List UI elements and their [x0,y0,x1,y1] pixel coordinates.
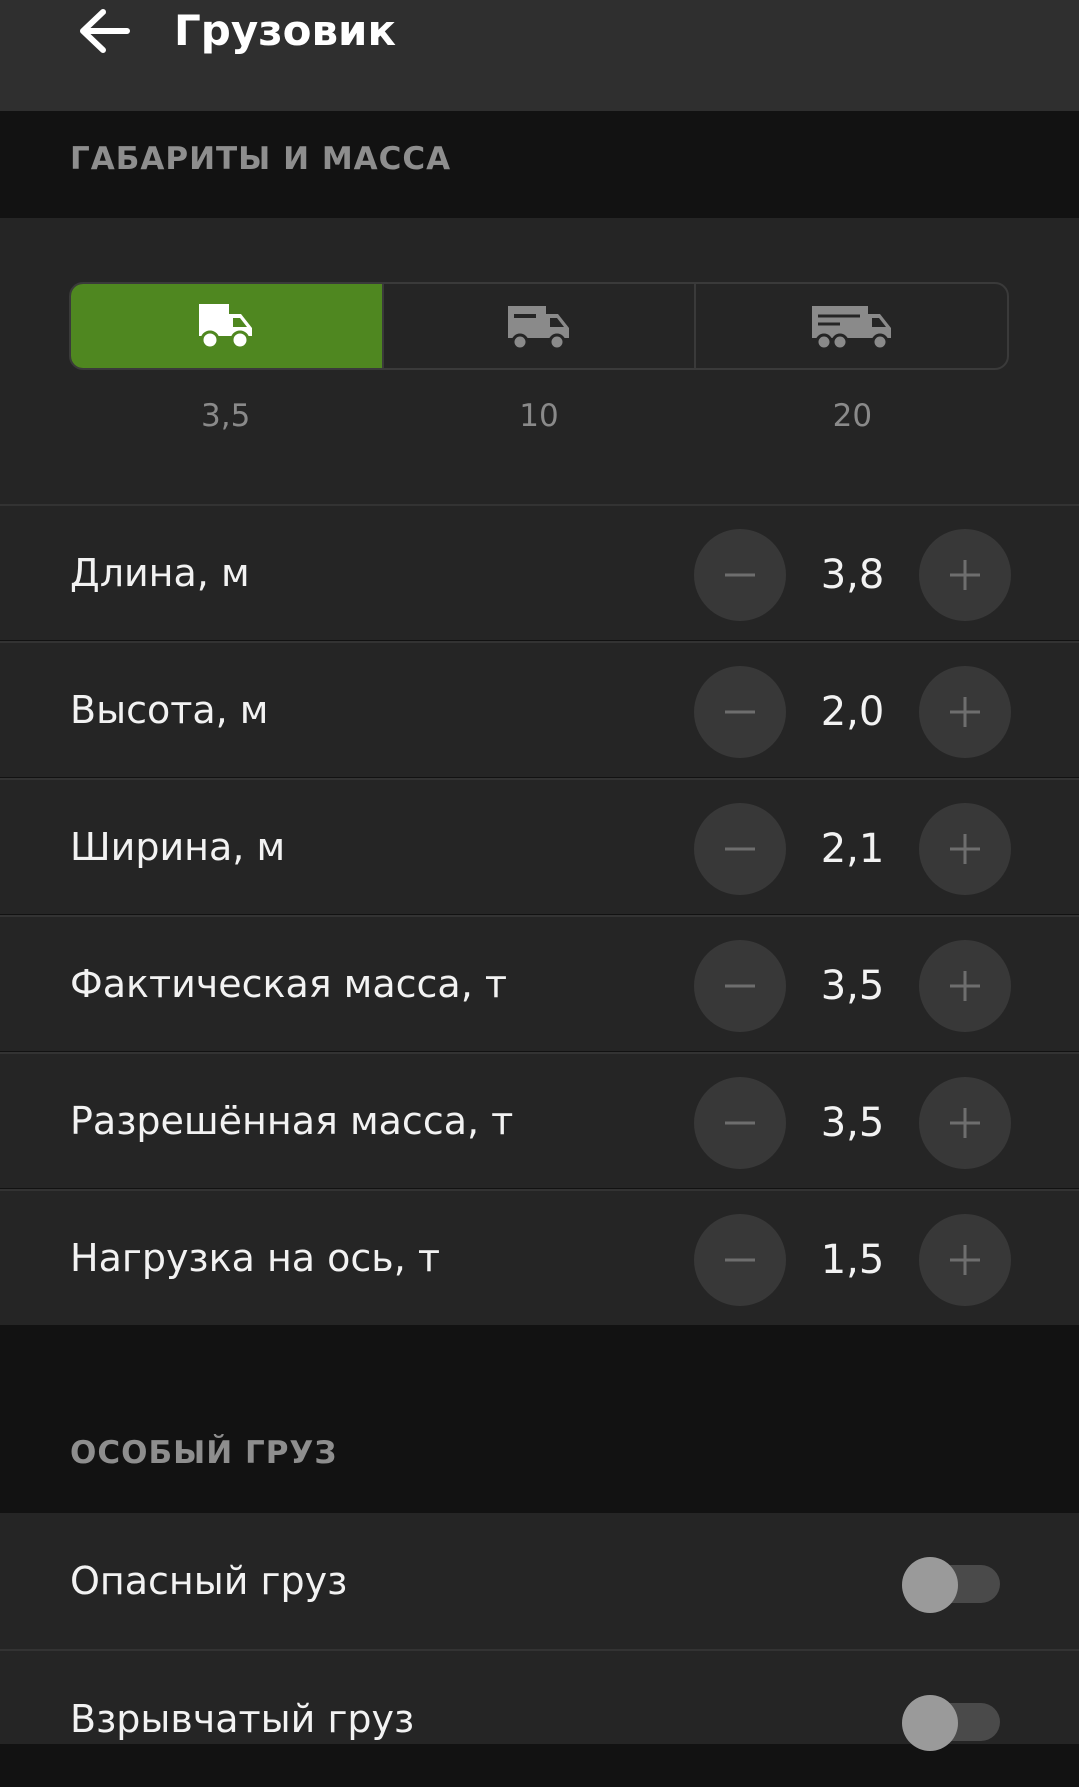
top-app-bar: Грузовик [0,0,1079,111]
decrease-button[interactable] [694,1077,786,1169]
toggle-knob [902,1557,958,1613]
toggle-row-dangerous: Опасный груз [0,1513,1079,1649]
param-row-length: Длина, м 3,8 [0,504,1079,640]
plus-icon [950,834,980,864]
minus-icon [725,847,755,851]
decrease-button[interactable] [694,1214,786,1306]
small-truck-icon [199,304,253,350]
truck-type-label: 20 [832,398,873,434]
param-row-axle-load: Нагрузка на ось, т 1,5 [0,1189,1079,1325]
increase-button[interactable] [919,529,1011,621]
truck-type-10-button[interactable] [381,284,695,368]
increase-button[interactable] [919,1214,1011,1306]
decrease-button[interactable] [694,803,786,895]
toggle-knob [902,1695,958,1751]
decrease-button[interactable] [694,940,786,1032]
truck-type-20-button[interactable] [694,284,1007,368]
toggle-label: Взрывчатый груз [70,1697,415,1741]
increase-button[interactable] [919,666,1011,758]
back-button[interactable] [70,0,140,62]
plus-icon [950,1108,980,1138]
param-row-width: Ширина, м 2,1 [0,778,1079,914]
truck-type-label: 3,5 [201,398,251,434]
truck-type-selector [69,282,1009,370]
minus-icon [725,1121,755,1125]
param-value: 2,0 [820,689,885,735]
increase-button[interactable] [919,1077,1011,1169]
plus-icon [950,971,980,1001]
param-label: Нагрузка на ось, т [70,1236,440,1280]
arrow-left-icon [80,9,130,53]
param-row-height: Высота, м 2,0 [0,641,1079,777]
truck-type-3-5-button[interactable] [71,284,382,368]
section-header-dimensions: ГАБАРИТЫ И МАССА [0,111,1079,218]
plus-icon [950,1245,980,1275]
param-label: Фактическая масса, т [70,962,507,1006]
param-value: 3,5 [820,963,885,1009]
medium-truck-icon [508,306,569,351]
toggle-label: Опасный груз [70,1559,348,1603]
page-title: Грузовик [174,6,396,55]
decrease-button[interactable] [694,529,786,621]
param-value: 3,5 [820,1100,885,1146]
minus-icon [725,1258,755,1262]
plus-icon [950,560,980,590]
explosive-cargo-toggle[interactable] [900,1693,1000,1751]
increase-button[interactable] [919,803,1011,895]
dangerous-cargo-toggle[interactable] [900,1555,1000,1613]
param-label: Ширина, м [70,825,286,869]
param-value: 3,8 [820,552,885,598]
minus-icon [725,984,755,988]
param-label: Длина, м [70,551,250,595]
section-title-special: ОСОБЫЙ ГРУЗ [70,1435,338,1471]
large-truck-icon [811,306,891,351]
section-header-special-cargo: ОСОБЫЙ ГРУЗ [0,1329,1079,1513]
toggle-row-explosive: Взрывчатый груз [0,1649,1079,1751]
truck-type-labels: 3,5 10 20 [69,398,1009,434]
param-row-allowed-mass: Разрешённая масса, т 3,5 [0,1052,1079,1188]
truck-type-panel: 3,5 10 20 [0,218,1079,504]
param-label: Высота, м [70,688,269,732]
section-title-dimensions: ГАБАРИТЫ И МАССА [70,141,452,177]
param-row-actual-mass: Фактическая масса, т 3,5 [0,915,1079,1051]
minus-icon [725,573,755,577]
param-value: 2,1 [820,826,885,872]
decrease-button[interactable] [694,666,786,758]
plus-icon [950,697,980,727]
param-value: 1,5 [820,1237,885,1283]
param-label: Разрешённая масса, т [70,1099,514,1143]
truck-type-label: 10 [519,398,559,434]
minus-icon [725,710,755,714]
increase-button[interactable] [919,940,1011,1032]
